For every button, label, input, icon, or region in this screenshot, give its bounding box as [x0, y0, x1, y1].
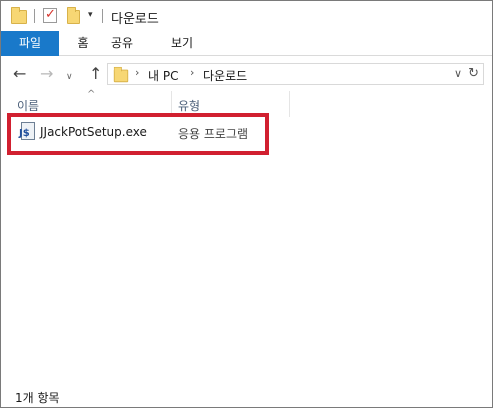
ribbon-tabs: 파일 홈 공유 보기	[1, 31, 492, 56]
customize-dropdown-icon[interactable]: ▾	[88, 10, 93, 20]
tab-share[interactable]: 공유	[102, 31, 142, 56]
sort-ascending-icon: ^	[87, 89, 96, 100]
address-folder-icon	[113, 66, 129, 83]
breadcrumb-separator: ›	[135, 66, 140, 79]
folder-icon[interactable]	[11, 7, 27, 24]
back-arrow-icon[interactable]: ←	[13, 66, 26, 82]
column-header-name[interactable]: 이름	[17, 97, 39, 114]
navigation-bar: ← → ∨ ↑ › 내 PC › 다운로드 ∨ ↻	[1, 57, 492, 91]
recent-locations-icon[interactable]: ∨	[66, 69, 73, 85]
address-dropdown-icon[interactable]: ∨	[454, 67, 462, 80]
tab-view[interactable]: 보기	[162, 31, 202, 56]
highlight-box	[7, 113, 269, 155]
column-header-type[interactable]: 유형	[178, 97, 200, 114]
title-separator	[102, 9, 103, 23]
toolbar-separator	[34, 9, 35, 23]
forward-arrow-icon[interactable]: →	[40, 66, 53, 82]
breadcrumb-this-pc[interactable]: 내 PC	[148, 67, 178, 84]
column-divider[interactable]	[289, 91, 290, 117]
refresh-icon[interactable]: ↻	[468, 66, 479, 81]
window-title: 다운로드	[111, 12, 159, 27]
status-item-count: 1개 항목	[15, 391, 60, 405]
tab-home[interactable]: 홈	[69, 31, 97, 56]
tab-file[interactable]: 파일	[1, 31, 59, 56]
breadcrumb-separator: ›	[190, 66, 195, 79]
up-arrow-icon[interactable]: ↑	[89, 66, 102, 82]
file-explorer-window: ▾ 다운로드 파일 홈 공유 보기 ← → ∨ ↑ › 내 PC › 다운로드 …	[0, 0, 493, 408]
address-bar[interactable]: › 내 PC › 다운로드 ∨ ↻	[107, 63, 484, 85]
title-bar: ▾ 다운로드	[1, 1, 492, 31]
breadcrumb-downloads[interactable]: 다운로드	[203, 67, 247, 84]
new-folder-icon[interactable]	[67, 7, 80, 24]
properties-icon[interactable]	[43, 7, 57, 24]
